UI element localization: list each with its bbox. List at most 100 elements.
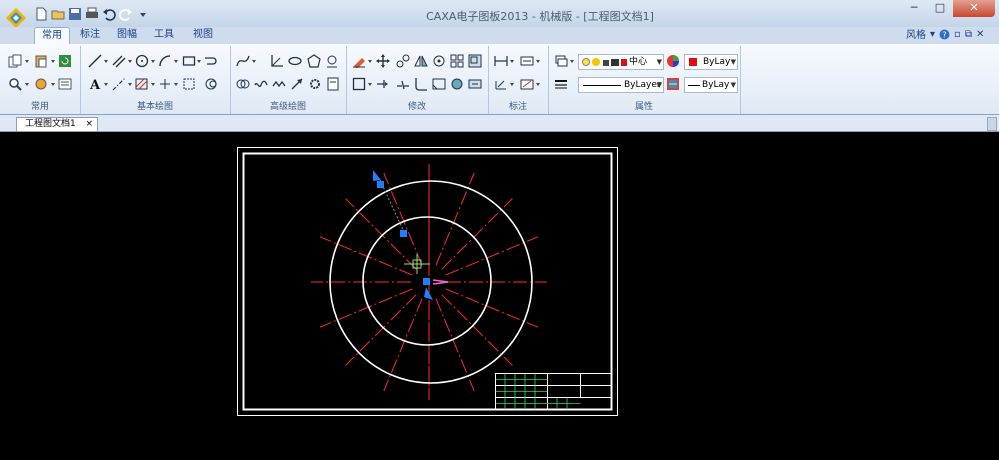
- spline-icon[interactable]: [236, 54, 250, 68]
- dropdown-arrow[interactable]: [51, 60, 55, 63]
- dropdown-arrow[interactable]: [510, 60, 514, 63]
- revolve-icon[interactable]: [236, 77, 250, 91]
- dropdown-arrow[interactable]: [104, 83, 108, 86]
- ring-icon[interactable]: [325, 54, 339, 68]
- hatch-icon[interactable]: [135, 77, 149, 91]
- chevron-down-icon[interactable]: ▾: [930, 29, 935, 41]
- chamfer-icon[interactable]: [432, 77, 446, 91]
- color-select[interactable]: ByLay ▼: [684, 54, 738, 70]
- polygon-icon[interactable]: [307, 54, 321, 68]
- erase-icon[interactable]: [352, 54, 366, 68]
- tab-tools[interactable]: 工具: [150, 27, 178, 44]
- grip-arrow[interactable]: [373, 170, 381, 181]
- hole-icon[interactable]: [326, 77, 340, 91]
- dropdown-arrow[interactable]: [51, 83, 55, 86]
- linewidth-select[interactable]: ByLay ▼: [684, 77, 738, 93]
- dropdown-arrow[interactable]: [510, 83, 514, 86]
- dimension-icon[interactable]: [494, 54, 508, 68]
- centerline-ray[interactable]: [345, 294, 417, 366]
- tab-sheet[interactable]: 图幅: [113, 27, 141, 44]
- rotate-icon[interactable]: [432, 54, 446, 68]
- leader-icon[interactable]: [520, 77, 534, 91]
- close-tab-icon[interactable]: ×: [85, 118, 93, 131]
- text-style-icon[interactable]: [520, 54, 534, 68]
- open-icon[interactable]: [51, 7, 65, 21]
- break-icon[interactable]: [396, 77, 410, 91]
- style-menu[interactable]: 风格: [906, 27, 926, 44]
- centerline-icon[interactable]: [112, 77, 126, 91]
- fillet-icon[interactable]: [414, 77, 428, 91]
- linetype-icon[interactable]: [554, 77, 568, 91]
- maximize-button[interactable]: □: [927, 0, 953, 17]
- drawing-svg[interactable]: [0, 132, 999, 460]
- dropdown-arrow[interactable]: [174, 60, 178, 63]
- dropdown-arrow[interactable]: [104, 60, 108, 63]
- document-tab[interactable]: 工程图文档1 ×: [16, 117, 98, 131]
- extend-icon[interactable]: [376, 77, 390, 91]
- zoom-icon[interactable]: [8, 77, 22, 91]
- line-icon[interactable]: [88, 54, 102, 68]
- wave-line-icon[interactable]: [254, 77, 268, 91]
- properties-icon[interactable]: [58, 77, 72, 91]
- explode-icon[interactable]: [450, 77, 464, 91]
- new-icon[interactable]: [34, 7, 48, 21]
- scale-icon[interactable]: [468, 54, 482, 68]
- dropdown-arrow[interactable]: [368, 60, 372, 63]
- gear-icon[interactable]: [308, 77, 322, 91]
- rectangle-icon[interactable]: [182, 54, 196, 68]
- dropdown-arrow[interactable]: [174, 83, 178, 86]
- minimize-button[interactable]: ─: [901, 0, 927, 17]
- dropdown-arrow[interactable]: [25, 60, 29, 63]
- copy-object-icon[interactable]: [396, 54, 410, 68]
- tab-view[interactable]: 视图: [189, 27, 217, 44]
- arrow-icon[interactable]: [290, 77, 304, 91]
- restore-window-icon[interactable]: ⧉: [965, 29, 972, 41]
- close-doc-icon[interactable]: ✕: [976, 29, 984, 41]
- linetype-select[interactable]: ByLayer ▼: [578, 77, 664, 93]
- tab-scroll-button[interactable]: [987, 117, 997, 131]
- parallel-line-icon[interactable]: [112, 54, 126, 68]
- redo-icon[interactable]: [119, 7, 133, 21]
- polyline-icon[interactable]: [204, 54, 218, 68]
- angle-line-icon[interactable]: [270, 54, 284, 68]
- layer-manager-icon[interactable]: [554, 54, 568, 68]
- text-icon[interactable]: A: [88, 77, 102, 91]
- grip-point[interactable]: [377, 181, 384, 188]
- pan-icon[interactable]: [34, 77, 48, 91]
- arc-icon[interactable]: [158, 54, 172, 68]
- mirror-icon[interactable]: [414, 54, 428, 68]
- tab-common[interactable]: 常用: [34, 27, 70, 44]
- stretch-icon[interactable]: [468, 77, 482, 91]
- dropdown-arrow[interactable]: [570, 60, 574, 63]
- dropdown-arrow[interactable]: [151, 60, 155, 63]
- grip-point[interactable]: [400, 230, 407, 237]
- dropdown-arrow[interactable]: [252, 60, 256, 63]
- dropdown-arrow[interactable]: [128, 83, 132, 86]
- layer-select[interactable]: 中心 ▼: [578, 54, 664, 70]
- save-icon[interactable]: [68, 7, 82, 21]
- centerline-ray[interactable]: [383, 172, 423, 266]
- dropdown-arrow[interactable]: [368, 83, 372, 86]
- point-icon[interactable]: [158, 77, 172, 91]
- dropdown-arrow[interactable]: [197, 60, 201, 63]
- circle-icon[interactable]: [135, 54, 149, 68]
- regen-icon[interactable]: [58, 54, 72, 68]
- dropdown-arrow[interactable]: [536, 83, 540, 86]
- move-icon[interactable]: [376, 54, 390, 68]
- copy-icon[interactable]: [8, 54, 22, 68]
- center-grip-point[interactable]: [423, 278, 430, 285]
- undo-icon[interactable]: [102, 7, 116, 21]
- print-icon[interactable]: [85, 7, 99, 21]
- help-icon[interactable]: ?: [939, 29, 950, 40]
- linewidth-icon[interactable]: [666, 77, 680, 91]
- paste-icon[interactable]: [34, 54, 48, 68]
- ellipse-icon[interactable]: [288, 54, 302, 68]
- drawing-canvas[interactable]: [0, 132, 999, 460]
- dropdown-arrow[interactable]: [128, 60, 132, 63]
- centerline-ray[interactable]: [435, 298, 475, 392]
- trim-icon[interactable]: [352, 77, 366, 91]
- image-icon[interactable]: [204, 77, 218, 91]
- double-line-icon[interactable]: [272, 77, 286, 91]
- array-icon[interactable]: [450, 54, 464, 68]
- color-wheel-icon[interactable]: [666, 54, 680, 68]
